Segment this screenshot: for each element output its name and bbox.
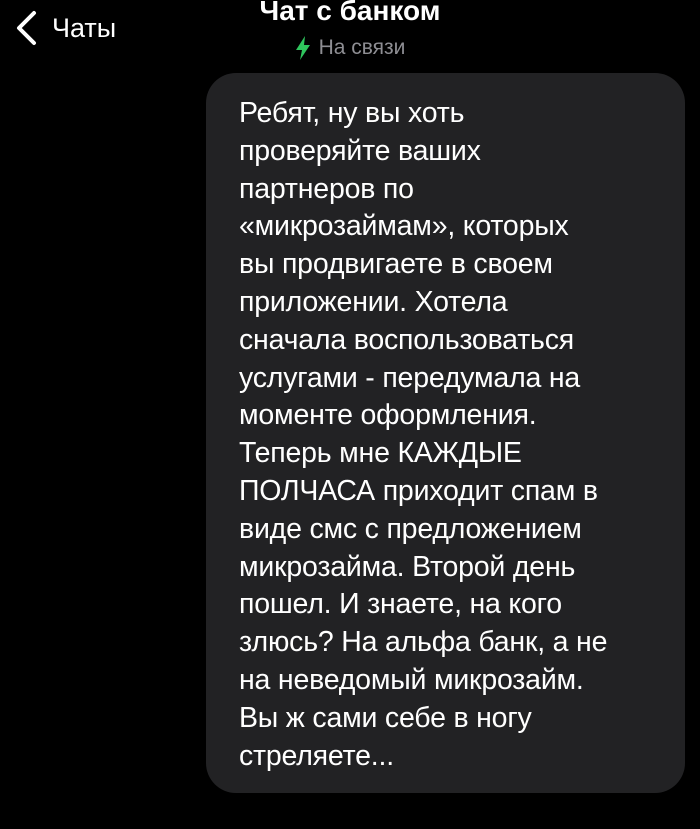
back-label: Чаты: [52, 13, 117, 43]
lightning-bolt-icon: [295, 36, 310, 60]
status-text: На связи: [318, 36, 406, 59]
message-text: Ребят, ну вы хоть проверяйте ваших партн…: [239, 97, 608, 772]
chat-header: Чаты Чат с банком На связи: [0, 0, 700, 70]
chevron-left-icon: [17, 11, 36, 45]
status-line: На связи: [200, 31, 500, 65]
back-button[interactable]: Чаты: [12, 6, 116, 50]
chat-title: Чат с банком: [259, 0, 441, 26]
chat-title-block[interactable]: Чат с банком На связи: [200, 0, 500, 65]
message-bubble[interactable]: Ребят, ну вы хоть проверяйте ваших партн…: [206, 73, 685, 793]
